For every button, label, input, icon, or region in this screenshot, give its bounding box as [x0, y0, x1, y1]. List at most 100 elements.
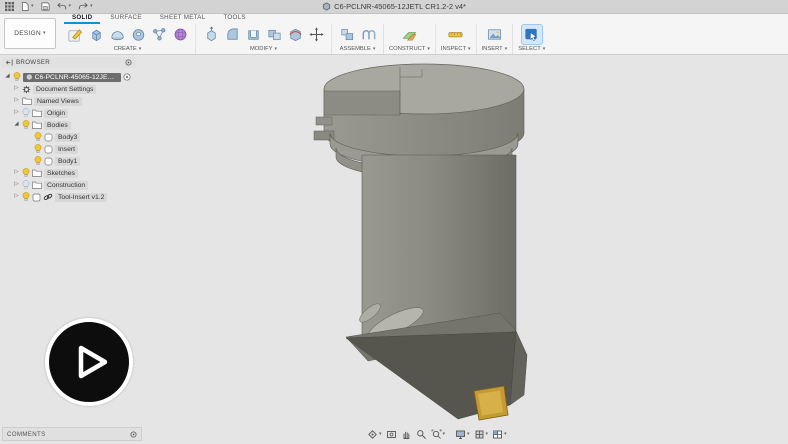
extrude-icon[interactable] — [86, 25, 106, 44]
document-cube-icon — [322, 2, 331, 11]
expand-arrow-icon[interactable]: ▷ — [13, 170, 20, 176]
body-icon — [44, 133, 53, 141]
group-inspect: INSPECT ▾ — [436, 24, 477, 54]
tree-item-body1[interactable]: Body1 — [2, 155, 136, 167]
construction-plane-icon[interactable] — [399, 25, 419, 44]
body-icon — [44, 157, 53, 165]
move-copy-icon[interactable] — [306, 25, 326, 44]
data-panel-grid-icon[interactable] — [5, 2, 14, 11]
gear-icon — [22, 85, 31, 93]
ribbon-toolbar: DESIGN ▾ SOLID SURFACE SHEET METAL TOOLS — [0, 13, 788, 55]
inspect-dropdown[interactable]: INSPECT ▾ — [441, 46, 471, 53]
expand-arrow-icon[interactable]: ▷ — [13, 86, 20, 92]
folder-icon — [32, 169, 42, 177]
expand-arrow-icon[interactable]: ◢ — [4, 74, 11, 80]
tab-surface[interactable]: SURFACE — [102, 13, 149, 24]
tree-item-sketches[interactable]: ▷ Sketches — [2, 167, 136, 179]
tree-item-document-settings[interactable]: ▷ Document Settings — [2, 83, 136, 95]
ribbon-tabs: SOLID SURFACE SHEET METAL TOOLS — [60, 13, 788, 24]
visibility-bulb-on-icon[interactable] — [13, 72, 21, 82]
tree-item-bodies[interactable]: ◢ Bodies — [2, 119, 136, 131]
visibility-bulb-off-icon[interactable] — [22, 180, 30, 190]
joint-icon[interactable] — [358, 25, 378, 44]
visibility-bulb-on-icon[interactable] — [34, 144, 42, 154]
play-icon — [78, 345, 108, 379]
tab-solid[interactable]: SOLID — [64, 13, 101, 24]
tree-item-body3[interactable]: Body3 — [2, 131, 136, 143]
item-label: Body1 — [58, 157, 78, 165]
file-icon[interactable]: ▾ — [21, 2, 34, 11]
tab-sheet-metal[interactable]: SHEET METAL — [152, 13, 214, 24]
item-label: Document Settings — [36, 85, 94, 93]
browser-options-icon[interactable] — [125, 59, 132, 66]
tree-item-origin[interactable]: ▷ Origin — [2, 107, 136, 119]
collapse-panel-icon[interactable] — [6, 59, 13, 66]
comments-options-icon[interactable] — [130, 430, 137, 438]
zoom-icon[interactable] — [415, 429, 428, 440]
expand-arrow-icon[interactable]: ▷ — [13, 182, 20, 188]
new-component-icon[interactable] — [337, 25, 357, 44]
activate-radio-icon[interactable] — [123, 73, 131, 81]
press-pull-icon[interactable] — [201, 25, 221, 44]
revolve-icon[interactable] — [107, 25, 127, 44]
undo-icon[interactable]: ▾ — [56, 2, 71, 11]
tree-item-named-views[interactable]: ▷ Named Views — [2, 95, 136, 107]
combine-icon[interactable] — [264, 25, 284, 44]
visibility-bulb-on-icon[interactable] — [22, 120, 30, 130]
measure-icon[interactable] — [446, 25, 466, 44]
fillet-icon[interactable] — [222, 25, 242, 44]
visibility-bulb-on-icon[interactable] — [22, 168, 30, 178]
redo-icon[interactable]: ▾ — [78, 2, 93, 11]
form-icon[interactable] — [170, 25, 190, 44]
insert-image-icon[interactable] — [484, 25, 504, 44]
tree-item-tool-insert[interactable]: ▷ Tool-Insert v1.2 — [2, 191, 136, 203]
browser-tree: ◢ C6-PCLNR-45065-12JETL CR1... ▷ Documen… — [2, 71, 136, 203]
workspace-selector-button[interactable]: DESIGN ▾ — [4, 18, 56, 49]
create-dropdown[interactable]: CREATE ▾ — [114, 46, 142, 53]
insert-dropdown[interactable]: INSERT ▾ — [482, 46, 508, 53]
tree-item-insert[interactable]: Insert — [2, 143, 136, 155]
look-at-icon[interactable] — [385, 429, 398, 440]
shell-icon[interactable] — [243, 25, 263, 44]
select-dropdown[interactable]: SELECT ▾ — [518, 46, 545, 53]
grid-snaps-icon[interactable]: ▾ — [473, 429, 490, 440]
pan-icon[interactable] — [400, 429, 413, 440]
root-label: C6-PCLNR-45065-12JETL CR1... — [34, 73, 118, 81]
link-icon — [43, 193, 53, 200]
modify-dropdown[interactable]: MODIFY ▾ — [250, 46, 277, 53]
visibility-bulb-on-icon[interactable] — [34, 156, 42, 166]
construct-dropdown[interactable]: CONSTRUCT ▾ — [389, 46, 430, 53]
assemble-dropdown[interactable]: ASSEMBLE ▾ — [340, 46, 376, 53]
split-body-icon[interactable] — [285, 25, 305, 44]
pipe-icon[interactable] — [149, 25, 169, 44]
visibility-bulb-on-icon[interactable] — [22, 192, 30, 202]
visibility-bulb-on-icon[interactable] — [34, 132, 42, 142]
document-title: C6-PCLNR-45065-12JETL CR1.2-2 v4* — [0, 2, 788, 11]
fit-icon[interactable]: ▾ — [430, 429, 447, 440]
expand-arrow-icon[interactable]: ▷ — [13, 110, 20, 116]
root-label-pill: C6-PCLNR-45065-12JETL CR1... — [23, 72, 121, 82]
tree-item-root-component[interactable]: ◢ C6-PCLNR-45065-12JETL CR1... — [2, 71, 136, 83]
orbit-icon[interactable]: ▾ — [366, 429, 383, 440]
group-create: CREATE ▾ — [60, 24, 196, 54]
create-sketch-icon[interactable] — [65, 25, 85, 44]
comments-bar[interactable]: COMMENTS — [2, 427, 142, 441]
item-label: Tool-Insert v1.2 — [58, 193, 105, 201]
item-label: Bodies — [47, 121, 68, 129]
save-icon[interactable] — [41, 2, 50, 11]
fusion360-window: ▾ ▾ ▾ C6-PCLNR-45065-12JETL CR1.2-2 v4* … — [0, 0, 788, 444]
tree-item-construction[interactable]: ▷ Construction — [2, 179, 136, 191]
display-settings-icon[interactable]: ▾ — [454, 429, 471, 440]
tab-tools[interactable]: TOOLS — [215, 13, 253, 24]
expand-arrow-icon[interactable]: ◢ — [13, 122, 20, 128]
play-button[interactable] — [45, 318, 133, 406]
expand-arrow-icon[interactable]: ▷ — [13, 98, 20, 104]
viewports-icon[interactable]: ▾ — [491, 429, 508, 440]
expand-arrow-icon[interactable]: ▷ — [13, 194, 20, 200]
item-label: Insert — [58, 145, 75, 153]
sweep-icon[interactable] — [128, 25, 148, 44]
chevron-down-icon: ▾ — [542, 45, 546, 52]
select-icon[interactable] — [520, 24, 543, 45]
ribbon-groups: CREATE ▾ MODIFY ▾ ASSEMBLE ▾ CONSTRUCT ▾… — [60, 24, 788, 54]
visibility-bulb-off-icon[interactable] — [22, 108, 30, 118]
